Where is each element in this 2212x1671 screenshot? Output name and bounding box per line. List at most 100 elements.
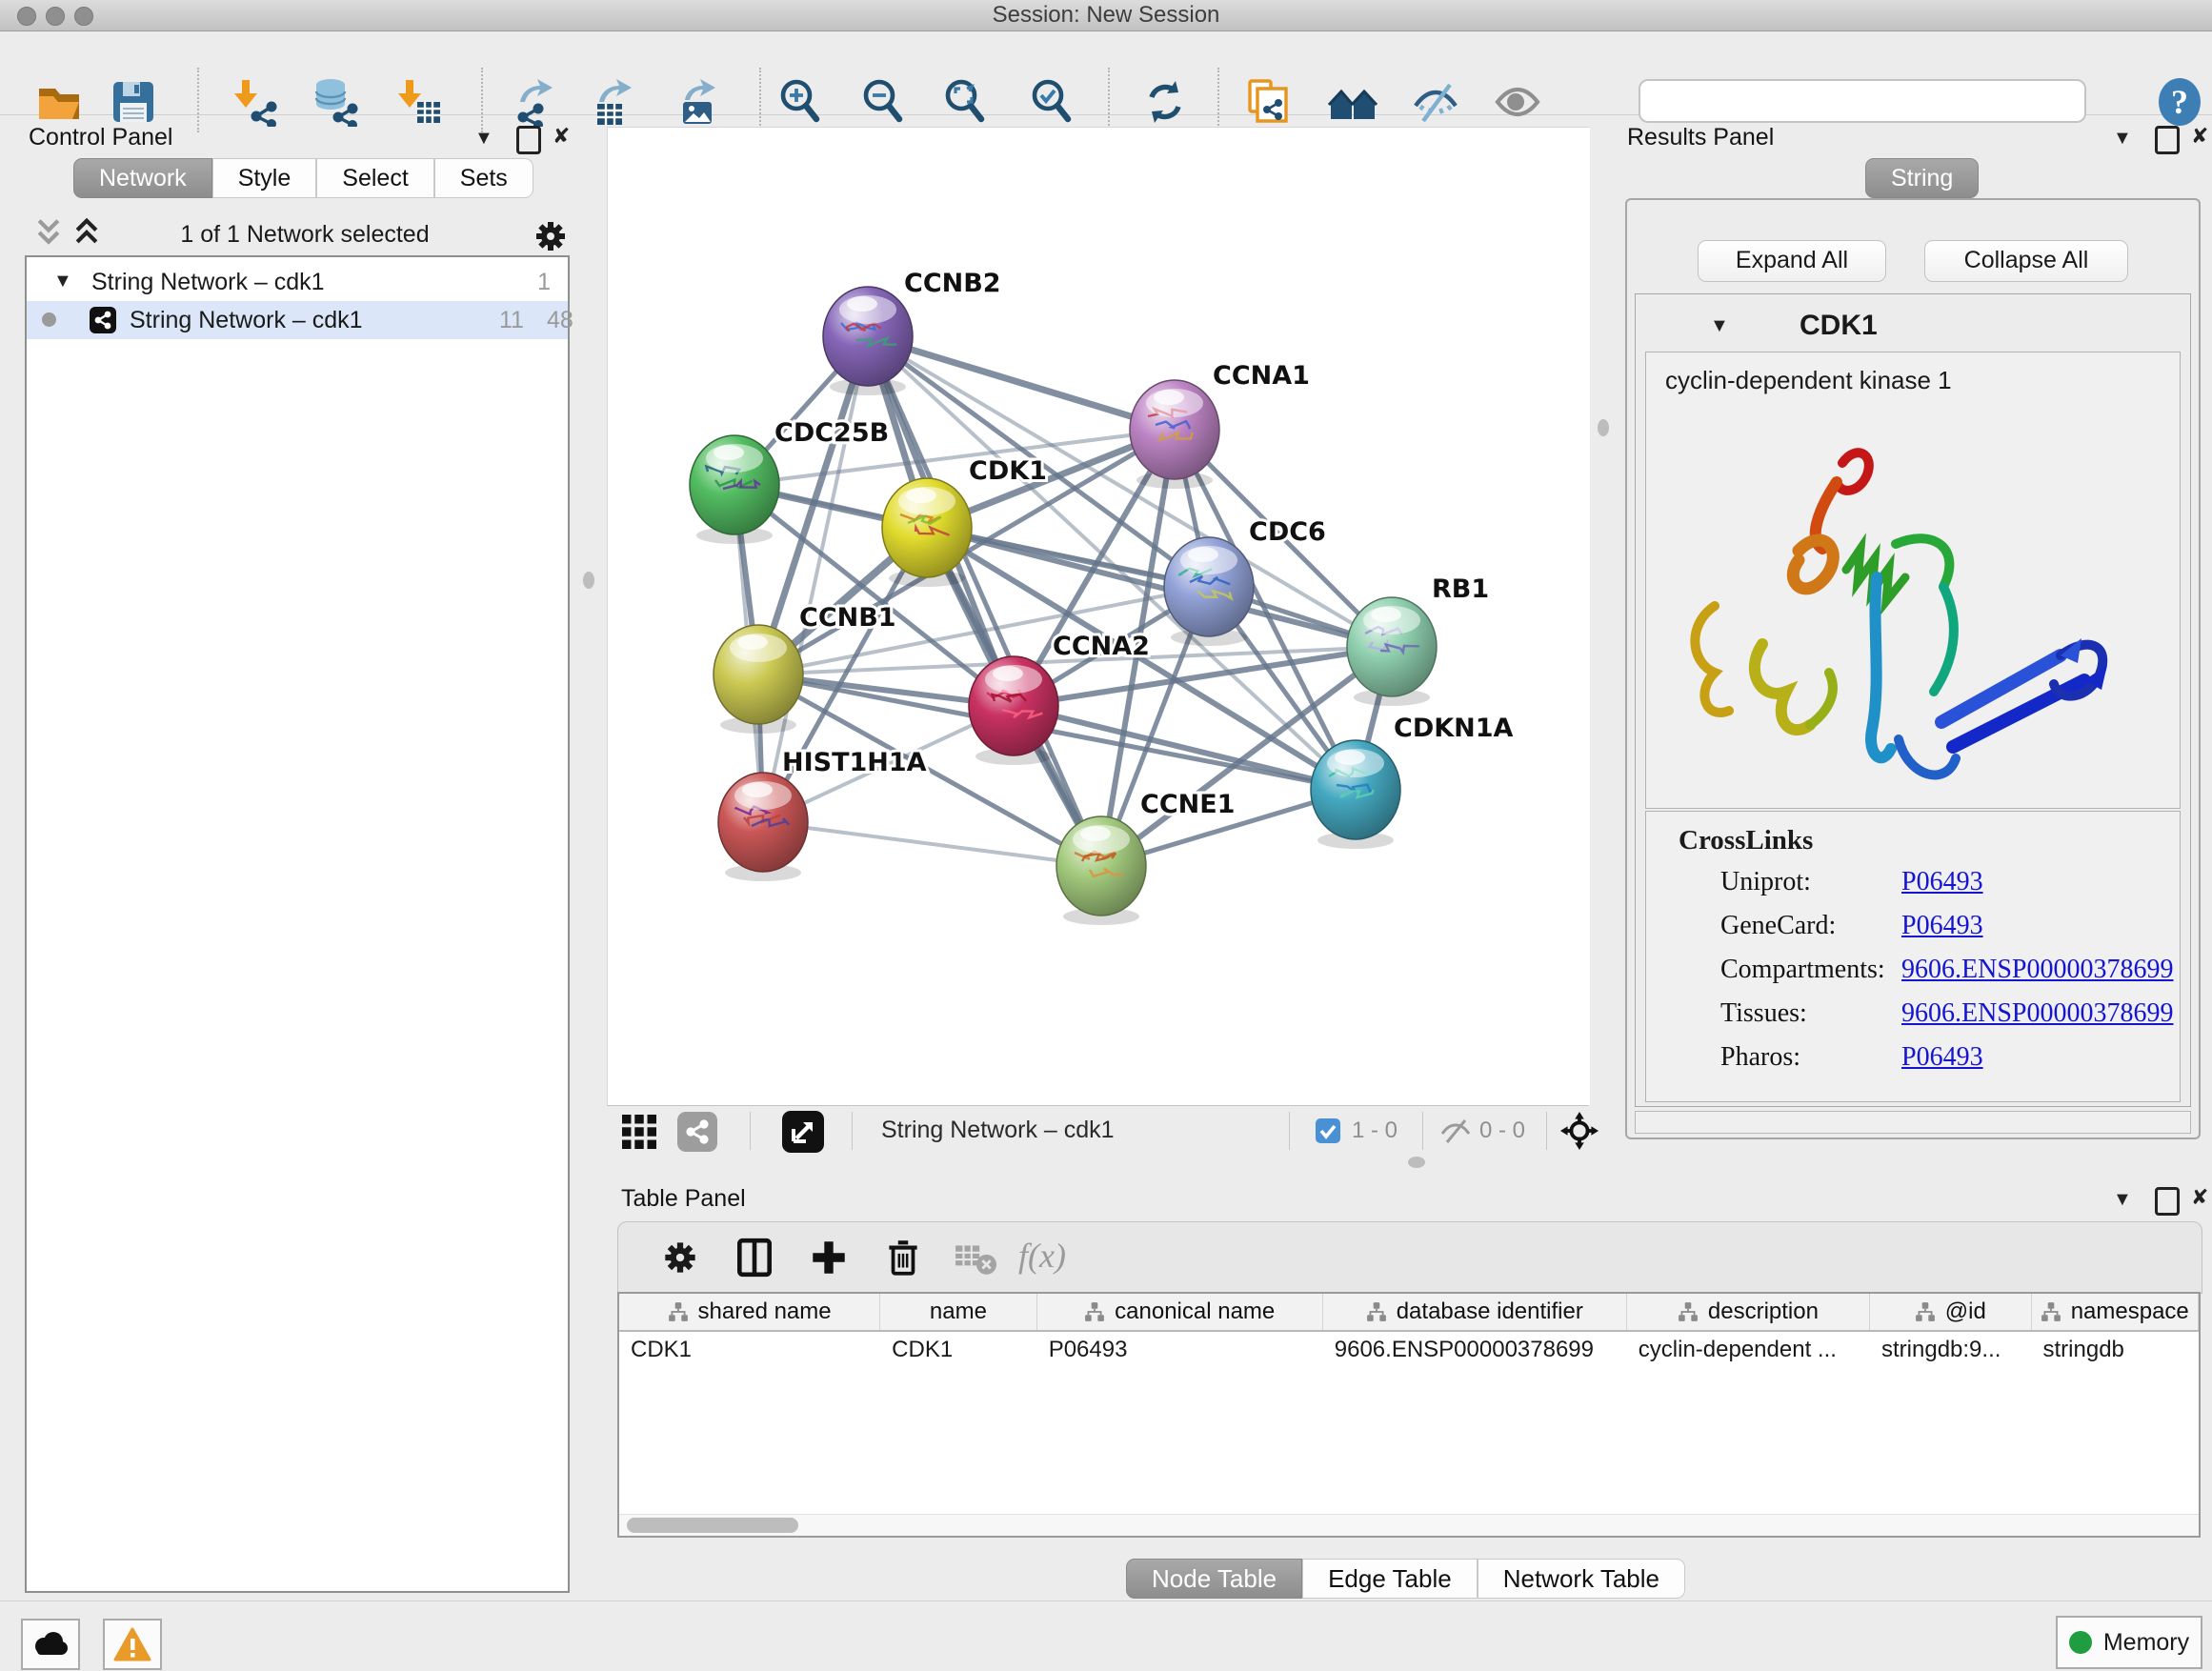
- results-panel-body: Expand All Collapse All ▼ CDK1 cyclin-de…: [1625, 198, 2201, 1139]
- tab-sets[interactable]: Sets: [434, 158, 533, 198]
- table-panel-menu-icon[interactable]: ▼: [2113, 1189, 2132, 1211]
- crosslink-link[interactable]: 9606.ENSP00000378699: [1901, 955, 2173, 985]
- tab-style[interactable]: Style: [212, 158, 317, 198]
- crosslink-row: GeneCard:P06493: [1646, 911, 2180, 955]
- node-CCNB1[interactable]: [714, 625, 803, 734]
- results-panel-menu-icon[interactable]: ▼: [2113, 128, 2132, 150]
- collapsed-section[interactable]: [1635, 1111, 2191, 1134]
- node-RB1[interactable]: [1347, 597, 1437, 706]
- collapse-all-chevron-icon[interactable]: [34, 217, 63, 248]
- zoom-fit-button[interactable]: [940, 77, 990, 127]
- node-CCNA2[interactable]: [969, 656, 1058, 765]
- tab-network-table[interactable]: Network Table: [1478, 1559, 1685, 1599]
- control-panel-float-icon[interactable]: [516, 126, 541, 154]
- zoom-in-button[interactable]: [775, 77, 825, 127]
- column-header-shared-name[interactable]: shared name: [619, 1294, 880, 1330]
- table-gear-icon[interactable]: [658, 1236, 702, 1279]
- open-session-button[interactable]: [34, 77, 84, 127]
- tab-node-table[interactable]: Node Table: [1126, 1559, 1302, 1599]
- node-CCNA1[interactable]: [1130, 380, 1219, 489]
- selected-checkbox-icon[interactable]: [1316, 1118, 1340, 1143]
- import-table-icon: [394, 77, 444, 127]
- string-home-button[interactable]: [1328, 77, 1377, 127]
- export-image-button[interactable]: [674, 77, 723, 127]
- main-toolbar: ?: [0, 31, 2212, 115]
- import-network-file-button[interactable]: [231, 77, 280, 127]
- right-splitter-handle[interactable]: [1598, 419, 1609, 436]
- edge-CCNB2-CCNA1[interactable]: [868, 336, 1175, 430]
- function-builder-icon[interactable]: f(x): [1018, 1236, 1123, 1279]
- crosslink-link[interactable]: P06493: [1901, 1042, 1983, 1073]
- gear-icon[interactable]: [530, 215, 572, 257]
- tab-select[interactable]: Select: [316, 158, 433, 198]
- table-row[interactable]: CDK1CDK1P064939606.ENSP00000378699cyclin…: [619, 1332, 2199, 1368]
- network-collection-row[interactable]: ▼ String Network – cdk1 1: [27, 265, 568, 301]
- node-CDKN1A[interactable]: [1311, 740, 1400, 849]
- show-columns-icon[interactable]: [733, 1236, 776, 1279]
- protein-collapse-icon[interactable]: ▼: [1710, 315, 1729, 337]
- grid-view-icon[interactable]: [622, 1115, 656, 1149]
- table-panel-float-icon[interactable]: [2155, 1187, 2180, 1216]
- delete-table-icon[interactable]: [954, 1236, 997, 1279]
- add-column-icon[interactable]: [807, 1236, 851, 1279]
- crosslink-link[interactable]: 9606.ENSP00000378699: [1901, 998, 2173, 1029]
- collection-expand-icon[interactable]: ▼: [53, 271, 72, 292]
- help-icon: ?: [2155, 77, 2204, 127]
- help-button[interactable]: ?: [2155, 77, 2204, 127]
- search-input[interactable]: [1639, 79, 2086, 123]
- export-table-button[interactable]: [590, 77, 639, 127]
- edge-CCNB2-CCNE1[interactable]: [868, 336, 1101, 866]
- column-header-name[interactable]: name: [880, 1294, 1037, 1330]
- hide-selected-button[interactable]: [1411, 77, 1460, 127]
- column-header-namespace[interactable]: namespace: [2032, 1294, 2199, 1330]
- birdseye-view-icon[interactable]: [782, 1111, 824, 1153]
- column-header-canonical-name[interactable]: canonical name: [1037, 1294, 1323, 1330]
- edge-HIST1H1A-CCNE1[interactable]: [763, 822, 1101, 866]
- left-splitter-handle[interactable]: [583, 572, 594, 589]
- node-CCNE1[interactable]: [1056, 816, 1146, 925]
- fit-content-crosshair-icon[interactable]: [1559, 1111, 1599, 1151]
- results-panel-close-icon[interactable]: ✘: [2191, 124, 2208, 149]
- import-network-database-button[interactable]: [311, 77, 360, 127]
- zoom-selected-button[interactable]: [1027, 77, 1076, 127]
- node-CDC25B[interactable]: [690, 435, 779, 544]
- string-view-icon[interactable]: [677, 1112, 717, 1152]
- horizontal-scrollbar[interactable]: [619, 1514, 2199, 1536]
- table-panel-close-icon[interactable]: ✘: [2191, 1185, 2208, 1210]
- warning-status-button[interactable]: [103, 1619, 162, 1670]
- control-panel-menu-icon[interactable]: ▼: [474, 128, 493, 150]
- scrollbar-thumb[interactable]: [627, 1518, 798, 1533]
- network-view-toolbar: String Network – cdk1 1 - 0 0 - 0: [607, 1105, 1589, 1156]
- column-header--id[interactable]: @id: [1870, 1294, 2031, 1330]
- zoom-out-button[interactable]: [858, 77, 908, 127]
- crosslink-link[interactable]: P06493: [1901, 911, 1983, 941]
- node-CCNB2[interactable]: [823, 287, 913, 395]
- save-session-button[interactable]: [109, 77, 158, 127]
- column-header-description[interactable]: description: [1627, 1294, 1870, 1330]
- column-header-database-identifier[interactable]: database identifier: [1323, 1294, 1627, 1330]
- tab-network[interactable]: Network: [73, 158, 212, 198]
- network-row[interactable]: String Network – cdk1 11 48: [27, 301, 568, 339]
- tab-edge-table[interactable]: Edge Table: [1302, 1559, 1478, 1599]
- bottom-splitter-handle[interactable]: [1408, 1157, 1425, 1168]
- crosslinks-box: CrossLinks Uniprot:P06493GeneCard:P06493…: [1645, 811, 2181, 1102]
- crosslink-link[interactable]: P06493: [1901, 867, 1983, 897]
- import-table-button[interactable]: [394, 77, 444, 127]
- collapse-all-button[interactable]: Collapse All: [1924, 240, 2128, 282]
- apply-layout-button[interactable]: [1140, 77, 1190, 127]
- control-panel-close-icon[interactable]: ✘: [553, 124, 570, 149]
- clone-network-button[interactable]: [1244, 77, 1294, 127]
- show-all-button[interactable]: [1493, 77, 1542, 127]
- delete-column-icon[interactable]: [881, 1236, 925, 1279]
- export-network-button[interactable]: [511, 77, 560, 127]
- expand-all-button[interactable]: Expand All: [1698, 240, 1886, 282]
- results-panel-float-icon[interactable]: [2155, 126, 2180, 154]
- crosslink-row: Compartments:9606.ENSP00000378699: [1646, 955, 2180, 998]
- memory-button[interactable]: Memory: [2056, 1616, 2202, 1669]
- cloud-status-button[interactable]: [21, 1619, 80, 1670]
- expand-all-chevron-icon[interactable]: [72, 217, 101, 248]
- tab-string[interactable]: String: [1865, 158, 1979, 198]
- network-canvas[interactable]: CCNB2CCNA1CDC25BCDK1CDC6RB1CCNB1CCNA2CDK…: [607, 127, 1590, 1106]
- node-HIST1H1A[interactable]: [718, 773, 808, 881]
- crosslink-label: Pharos:: [1720, 1042, 1800, 1073]
